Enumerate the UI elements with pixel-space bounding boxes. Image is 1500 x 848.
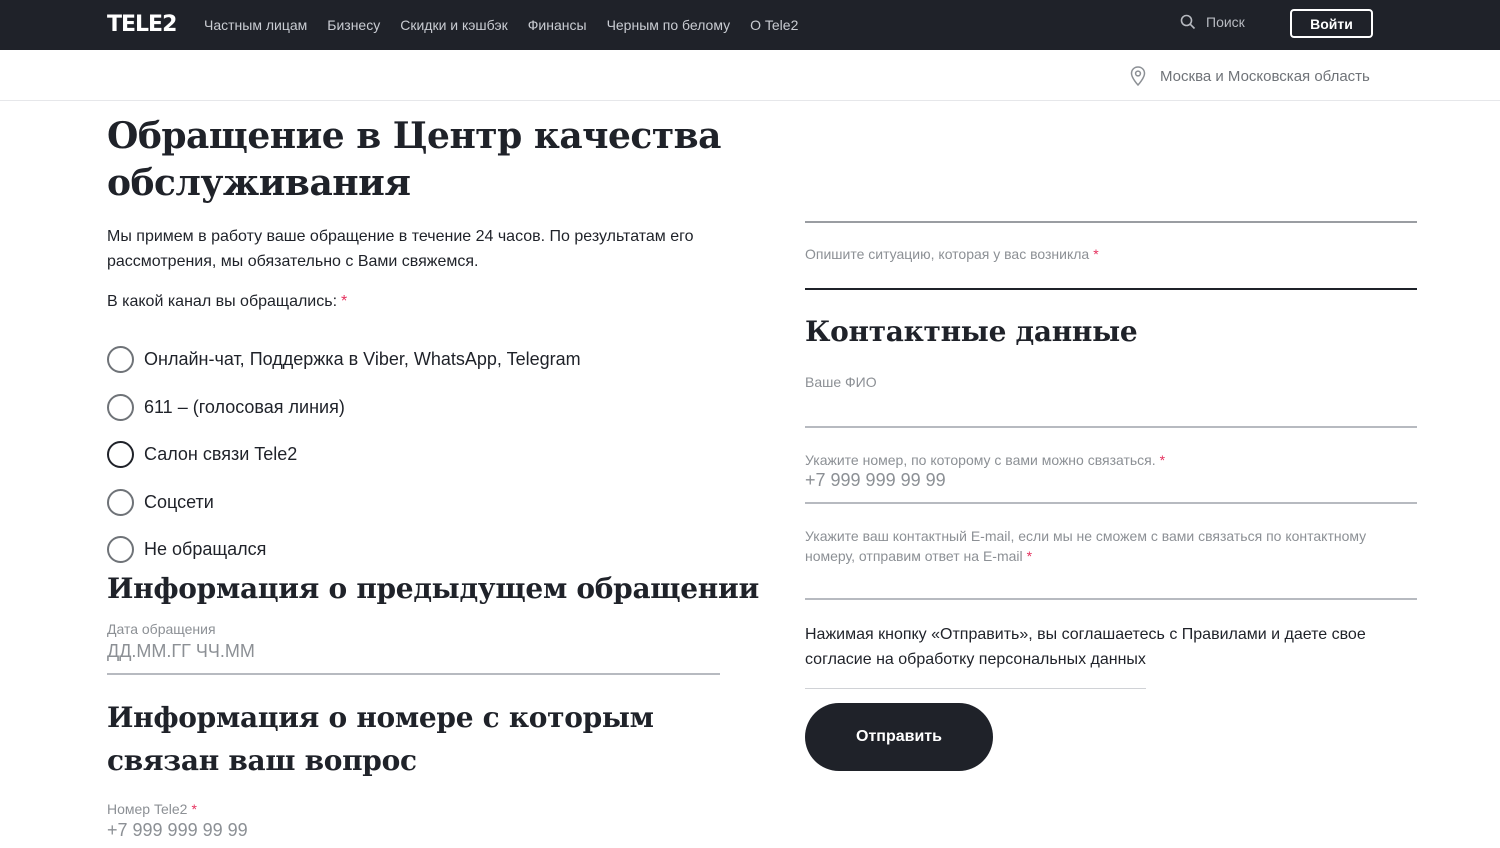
main-nav: Частным лицам Бизнесу Скидки и кэшбэк Фи… [204,0,818,50]
channel-question: В какой канал вы обращались: * [107,293,347,311]
radio-label: Онлайн-чат, Поддержка в Viber, WhatsApp,… [144,349,581,370]
tele2-number-input[interactable] [107,818,717,842]
email-label: Укажите ваш контактный E-mail, если мы н… [805,526,1405,566]
submit-button[interactable]: Отправить [805,703,993,771]
situation-underline [805,288,1417,290]
situation-textarea[interactable] [805,262,1415,286]
nav-item-discounts[interactable]: Скидки и кэшбэк [400,17,508,33]
radio-online-chat[interactable]: Онлайн-чат, Поддержка в Viber, WhatsApp,… [107,336,581,384]
radio-store[interactable]: Салон связи Tele2 [107,431,581,479]
location-pin-icon [1130,66,1146,86]
radio-label: Не обращался [144,539,267,560]
radio-none[interactable]: Не обращался [107,526,581,574]
radio-circle[interactable] [107,441,134,469]
fio-input[interactable] [805,396,1415,420]
agreement-text: Нажимая кнопку «Отправить», вы соглашает… [805,626,1366,668]
email-input[interactable] [805,570,1415,594]
tele2-number-label-text: Номер Tele2 [107,801,188,817]
nav-item-finance[interactable]: Финансы [528,17,587,33]
required-marker: * [191,801,197,817]
region-selector[interactable]: Москва и Московская область [1130,66,1370,86]
required-marker: * [1093,246,1099,262]
page-title: Обращение в Центр качества обслуживания [107,115,721,204]
region-label: Москва и Московская область [1160,67,1370,85]
email-underline [805,598,1417,600]
tele2-logo[interactable]: TELE2 [107,11,177,39]
date-input-underline [107,673,720,675]
date-label: Дата обращения [107,621,216,637]
contacts-heading: Контактные данные [805,315,1138,348]
agreement-divider [805,688,1146,689]
required-marker: * [1159,452,1166,468]
nav-item-business[interactable]: Бизнесу [327,17,380,33]
radio-label: 611 – (голосовая линия) [144,396,345,417]
phone-underline [805,502,1417,504]
phone-label-text: Укажите номер, по которому с вами можно … [805,452,1156,468]
radio-circle[interactable] [107,488,134,516]
phone-label: Укажите номер, по которому с вами можно … [805,451,1165,469]
tele2-number-label: Номер Tele2 * [107,800,197,818]
region-bar: Москва и Московская область [0,50,1500,101]
search-label: Поиск [1206,14,1245,30]
situation-label-text: Опишите ситуацию, которая у вас возникла [805,246,1090,262]
search-icon [1180,14,1196,30]
situation-top-border [805,221,1417,223]
radio-social[interactable]: Соцсети [107,479,581,527]
top-navigation-bar: TELE2 Частным лицам Бизнесу Скидки и кэш… [0,0,1500,50]
fio-label: Ваше ФИО [805,374,877,390]
date-input[interactable] [107,639,717,663]
radio-label: Соцсети [144,491,214,512]
search-button[interactable]: Поиск [1180,14,1245,30]
radio-circle[interactable] [107,393,134,421]
channel-question-text: В какой канал вы обращались: [107,293,338,310]
required-marker: * [341,293,348,310]
required-marker: * [1026,548,1033,564]
radio-label: Салон связи Tele2 [144,444,298,465]
radio-circle[interactable] [107,346,134,374]
nav-item-private[interactable]: Частным лицам [204,17,307,33]
phone-input[interactable] [805,468,1415,492]
nav-item-about[interactable]: О Tele2 [750,17,798,33]
number-info-heading: Информация о номере с которым связан ваш… [107,701,654,777]
channel-radio-group: Онлайн-чат, Поддержка в Viber, WhatsApp,… [107,336,581,574]
fio-underline [805,426,1417,428]
radio-circle[interactable] [107,536,134,564]
radio-voice-line[interactable]: 611 – (голосовая линия) [107,384,581,432]
previous-request-heading: Информация о предыдущем обращении [107,572,759,605]
login-button[interactable]: Войти [1290,9,1373,38]
nav-item-black-on-white[interactable]: Черным по белому [607,17,731,33]
situation-label: Опишите ситуацию, которая у вас возникла… [805,245,1099,263]
email-label-text: Укажите ваш контактный E-mail, если мы н… [805,528,1367,564]
intro-text: Мы примем в работу ваше обращение в тече… [107,228,694,270]
